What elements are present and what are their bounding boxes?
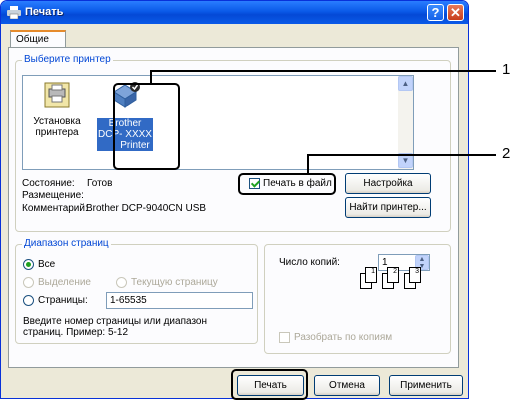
copies-group: Число копий: 1 ▲▼ 1 2 2 3 3 Разобрать по…	[264, 244, 451, 354]
range-all-label[interactable]: Все	[38, 259, 55, 270]
callout-number-2: 2	[502, 145, 511, 162]
help-button[interactable]: ?	[427, 4, 444, 21]
status-label: Состояние:	[22, 178, 75, 189]
scroll-up-icon[interactable]: ▲	[398, 76, 413, 91]
page-range-group: Диапазон страниц Все Выделение Текущую с…	[15, 238, 258, 344]
tab-general[interactable]: Общие	[10, 30, 66, 48]
range-pages-label[interactable]: Страницы:	[38, 295, 88, 306]
cancel-button[interactable]: Отмена	[314, 375, 380, 396]
page-range-legend: Диапазон страниц	[22, 238, 111, 249]
general-tab-panel: Выберите принтер Установка принтера Brot…	[8, 47, 459, 368]
callout-leader-2	[307, 154, 309, 174]
callout-box-printer	[113, 83, 180, 170]
location-label: Размещение:	[22, 190, 84, 201]
printer-item-add-label: Установка принтера	[29, 116, 85, 138]
title-bar: Печать ? ✕	[1, 1, 468, 24]
page-sheet: 1	[365, 267, 377, 283]
window-title: Печать	[25, 6, 64, 18]
printer-item-add-label-line: принтера	[35, 127, 79, 138]
print-dialog: Печать ? ✕ Общие Выберите принтер Устано…	[0, 0, 469, 399]
range-all-radio[interactable]	[23, 259, 34, 270]
comment-label: Комментарий:	[22, 203, 88, 214]
apply-button[interactable]: Применить	[389, 375, 463, 396]
settings-button[interactable]: Настройка	[345, 173, 431, 194]
range-selection-radio[interactable]	[23, 277, 34, 288]
callout-box-print-to-file	[238, 173, 336, 195]
callout-number-1: 1	[502, 61, 511, 78]
printer-select-group: Выберите принтер Установка принтера Brot…	[15, 54, 451, 232]
copies-label: Число копий:	[279, 257, 340, 268]
range-current-page-label[interactable]: Текущую страницу	[131, 277, 218, 288]
page-sheet: 2	[387, 267, 399, 283]
pages-input[interactable]: 1-65535	[106, 292, 253, 309]
printer-item-add[interactable]: Установка принтера	[29, 80, 85, 138]
callout-leader-2	[307, 154, 496, 156]
page-sheet: 3	[409, 267, 421, 283]
find-printer-button[interactable]: Найти принтер...	[345, 197, 431, 218]
range-current-page-radio[interactable]	[116, 277, 127, 288]
close-button[interactable]: ✕	[447, 4, 464, 21]
status-value: Готов	[87, 178, 113, 189]
range-pages-radio[interactable]	[23, 295, 34, 306]
collate-checkbox[interactable]	[279, 332, 290, 343]
collate-label[interactable]: Разобрать по копиям	[294, 332, 392, 343]
callout-box-print-button	[231, 369, 308, 400]
printer-app-icon	[7, 6, 21, 19]
comment-value: Brother DCP-9040CN USB	[86, 203, 207, 214]
callout-leader-1	[150, 70, 496, 72]
printer-group-legend: Выберите принтер	[22, 54, 113, 65]
add-printer-icon	[44, 82, 70, 108]
range-selection-label[interactable]: Выделение	[38, 277, 91, 288]
printer-item-add-label-line: Установка	[33, 116, 81, 127]
range-hint: Введите номер страницы или диапазон стра…	[23, 316, 207, 338]
callout-leader-1	[150, 70, 152, 85]
